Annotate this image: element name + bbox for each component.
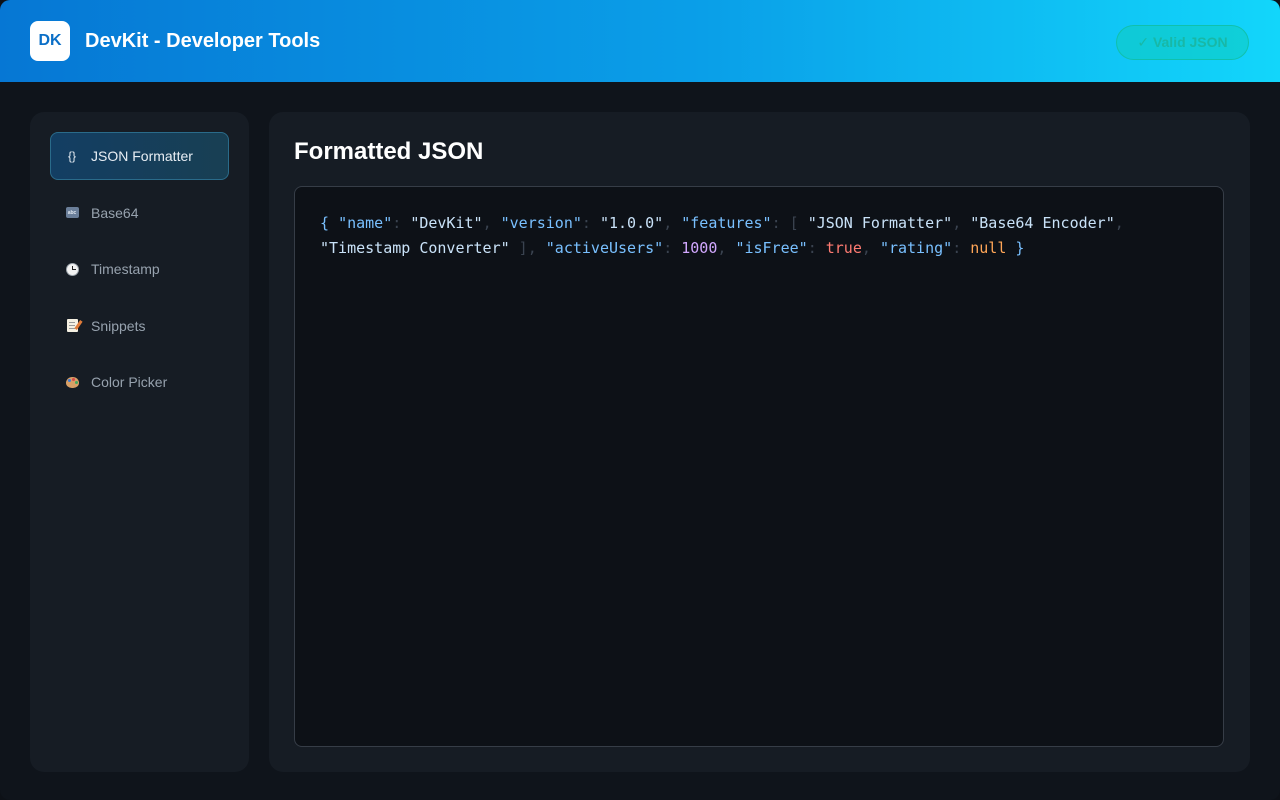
braces-icon: {} <box>67 149 76 163</box>
json-output-box[interactable]: { "name": "DevKit", "version": "1.0.0", … <box>294 186 1224 747</box>
json-token-punc: : <box>952 239 971 257</box>
content-area: {} JSON Formatter abc Base64 Timestamp S <box>0 82 1280 800</box>
json-token-punc: , <box>861 239 880 257</box>
sidebar-item-label: Snippets <box>91 317 146 334</box>
json-token-str: "DevKit" <box>410 214 483 232</box>
json-token-bool: true <box>825 239 862 257</box>
json-token-punc: : <box>392 214 411 232</box>
json-token-str: "1.0.0" <box>599 214 664 232</box>
json-token-ws <box>329 214 338 232</box>
json-code: { "name": "DevKit", "version": "1.0.0", … <box>320 211 1198 261</box>
sidebar-item-json-formatter[interactable]: {} JSON Formatter <box>50 132 229 180</box>
json-token-str: "JSON Formatter" <box>807 214 953 232</box>
valid-json-badge: ✓ Valid JSON <box>1116 25 1249 60</box>
main-panel: Formatted JSON { "name": "DevKit", "vers… <box>269 112 1250 772</box>
app-logo: DK <box>30 21 70 61</box>
app-header: DK DevKit - Developer Tools ✓ Valid JSON <box>0 0 1280 82</box>
json-token-punc: : <box>663 239 682 257</box>
json-token-punc: ] <box>509 239 528 257</box>
json-token-num: 1000 <box>681 239 718 257</box>
json-token-key: "version" <box>500 214 582 232</box>
sidebar-item-label: Timestamp <box>91 261 160 277</box>
sidebar-item-base64[interactable]: abc Base64 <box>50 189 229 237</box>
json-token-punc: , <box>663 214 682 232</box>
sidebar-item-timestamp[interactable]: Timestamp <box>50 245 229 293</box>
abc-input-icon: abc <box>65 206 79 220</box>
sidebar-item-label: Base64 <box>91 204 139 221</box>
json-token-punc: : <box>771 214 790 232</box>
json-token-punc: , <box>952 214 971 232</box>
memo-icon <box>65 319 79 333</box>
page-title: Formatted JSON <box>294 138 484 165</box>
json-token-punc: , <box>1114 214 1133 232</box>
json-token-punc: : <box>807 239 826 257</box>
json-token-key: "activeUsers" <box>545 239 664 257</box>
json-token-punc: , <box>527 239 546 257</box>
sidebar-item-color-picker[interactable]: Color Picker <box>50 358 229 406</box>
app-window: DK DevKit - Developer Tools ✓ Valid JSON… <box>0 0 1280 800</box>
json-token-brace: { <box>320 214 330 232</box>
json-token-str: "Base64 Encoder" <box>970 214 1115 232</box>
json-token-key: "isFree" <box>735 239 808 257</box>
json-token-punc: , <box>717 239 736 257</box>
json-token-key: "name" <box>338 214 393 232</box>
json-token-str: "Timestamp Converter" <box>320 239 510 257</box>
json-token-brace: } <box>1015 239 1025 257</box>
sidebar-item-label: JSON Formatter <box>91 148 193 164</box>
sidebar: {} JSON Formatter abc Base64 Timestamp S <box>30 112 249 772</box>
clock-icon <box>65 262 79 276</box>
abc-input-icon-glyph: abc <box>65 207 79 218</box>
json-token-punc: : <box>581 214 600 232</box>
json-token-punc: [ <box>789 214 808 232</box>
json-token-punc: , <box>482 214 501 232</box>
sidebar-item-label: Color Picker <box>91 374 168 390</box>
sidebar-item-snippets[interactable]: Snippets <box>50 302 229 350</box>
json-token-key: "features" <box>681 214 772 232</box>
json-token-key: "rating" <box>879 239 953 257</box>
json-token-null: null <box>970 239 1007 257</box>
palette-icon <box>65 375 79 389</box>
app-title: DevKit - Developer Tools <box>85 29 321 52</box>
